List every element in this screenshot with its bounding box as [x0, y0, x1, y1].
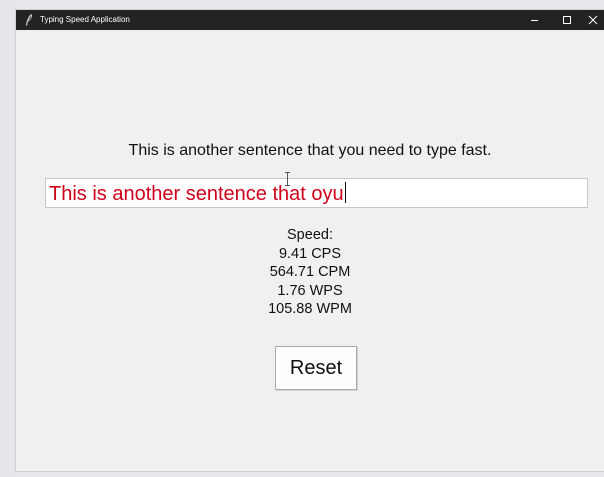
- title-bar[interactable]: Typing Speed Application: [16, 10, 604, 30]
- target-sentence: This is another sentence that you need t…: [128, 142, 492, 159]
- speed-heading: Speed:: [287, 227, 333, 243]
- text-caret: [344, 182, 346, 203]
- app-window: Typing Speed Application This is another…: [16, 10, 604, 471]
- reset-button[interactable]: Reset: [275, 346, 357, 390]
- close-button[interactable]: [582, 10, 604, 30]
- window-content: This is another sentence that you need t…: [16, 30, 604, 471]
- typing-input-value: This is another sentence that oyu: [49, 182, 346, 206]
- speed-cpm: 564.71 CPM: [269, 264, 351, 280]
- desktop-background: [0, 0, 16, 477]
- speed-cps: 9.41 CPS: [278, 245, 342, 262]
- feather-icon: [25, 14, 32, 26]
- minimize-icon: [531, 20, 538, 21]
- typed-text: This is another sentence that oyu: [49, 183, 344, 205]
- minimize-button[interactable]: [524, 10, 546, 30]
- speed-wpm: 105.88 WPM: [268, 301, 352, 317]
- typing-input[interactable]: This is another sentence that oyu: [45, 178, 588, 208]
- window-title: Typing Speed Application: [40, 15, 130, 24]
- maximize-icon: [563, 16, 571, 24]
- ibeam-cursor-icon: [285, 172, 290, 186]
- maximize-button[interactable]: [556, 10, 578, 30]
- speed-wps: 1.76 WPS: [277, 282, 343, 299]
- speed-stats: Speed: 9.41 CPS 564.71 CPM 1.76 WPS 105.…: [16, 226, 604, 319]
- close-icon: [588, 15, 598, 25]
